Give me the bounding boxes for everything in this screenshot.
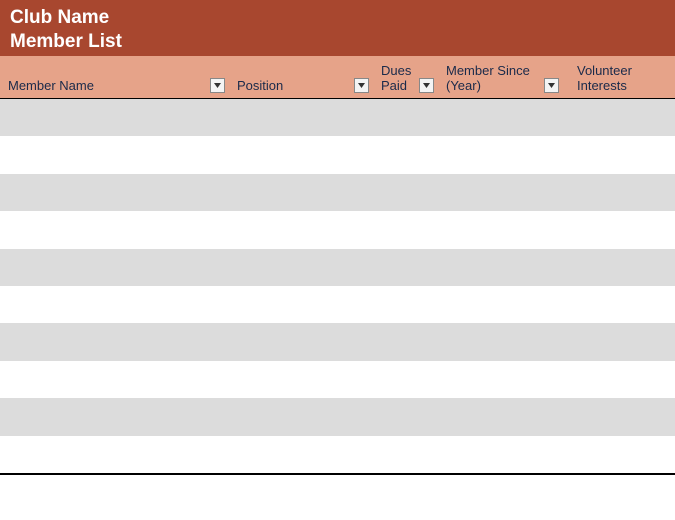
table-header-row: Member Name Position Dues Paid Member Si… bbox=[0, 56, 675, 99]
col-header-member-name: Member Name bbox=[0, 78, 229, 94]
table-row[interactable] bbox=[0, 249, 675, 286]
table-row[interactable] bbox=[0, 286, 675, 323]
chevron-down-icon bbox=[358, 83, 365, 88]
table-row[interactable] bbox=[0, 398, 675, 435]
filter-button-position[interactable] bbox=[354, 78, 369, 93]
col-label-position: Position bbox=[237, 79, 283, 94]
chevron-down-icon bbox=[548, 83, 555, 88]
title-line1: Club Name bbox=[10, 6, 665, 30]
col-header-member-since: Member Since (Year) bbox=[438, 64, 563, 94]
filter-button-member-name[interactable] bbox=[210, 78, 225, 93]
filter-button-dues-paid[interactable] bbox=[419, 78, 434, 93]
table-row[interactable] bbox=[0, 436, 675, 473]
table-row[interactable] bbox=[0, 174, 675, 211]
table-bottom-border bbox=[0, 473, 675, 475]
chevron-down-icon bbox=[214, 83, 221, 88]
col-header-position: Position bbox=[229, 78, 373, 94]
chevron-down-icon bbox=[423, 83, 430, 88]
col-label-member-since: Member Since (Year) bbox=[446, 64, 530, 94]
title-line2: Member List bbox=[10, 30, 665, 54]
col-header-volunteer-interests: Volunteer Interests bbox=[563, 64, 675, 94]
title-bar: Club Name Member List bbox=[0, 0, 675, 56]
table-row[interactable] bbox=[0, 323, 675, 360]
table-row[interactable] bbox=[0, 99, 675, 136]
col-header-dues-paid: Dues Paid bbox=[373, 64, 438, 94]
table-row[interactable] bbox=[0, 211, 675, 248]
filter-button-member-since[interactable] bbox=[544, 78, 559, 93]
table-body bbox=[0, 99, 675, 473]
col-label-dues-paid: Dues Paid bbox=[381, 64, 411, 94]
col-label-member-name: Member Name bbox=[8, 79, 94, 94]
table-row[interactable] bbox=[0, 361, 675, 398]
table-row[interactable] bbox=[0, 136, 675, 173]
col-label-volunteer-interests: Volunteer Interests bbox=[577, 64, 671, 94]
